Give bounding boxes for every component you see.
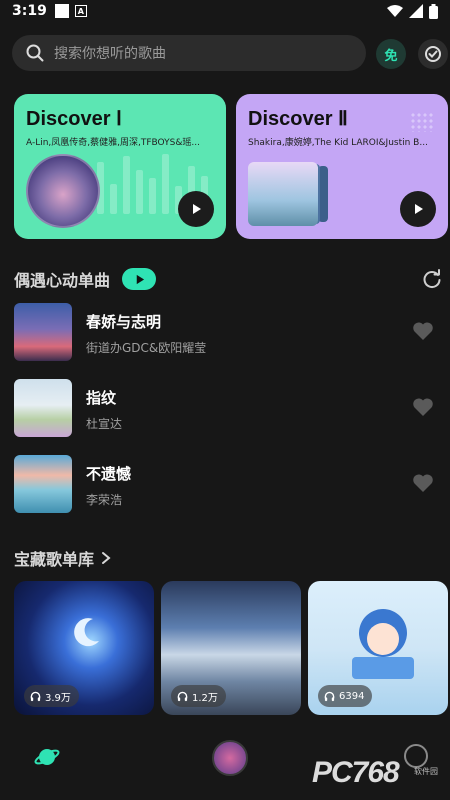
watermark-subtitle: 软件园 [414, 767, 438, 776]
playlist-card[interactable]: 1.2万 [161, 581, 301, 715]
discover-card-2[interactable]: Discover Ⅱ Shakira,康婉婷,The Kid LAROI&Jus… [236, 94, 448, 239]
free-badge-button[interactable]: 免 [376, 39, 406, 69]
discover-card-1[interactable]: Discover Ⅰ A-Lin,凤凰传奇,蔡健雅,周深,TFBOYS&瑶... [14, 94, 226, 239]
refresh-icon[interactable] [421, 268, 443, 290]
status-icons [387, 3, 438, 19]
a-notification-icon: A [74, 5, 87, 17]
song-row[interactable]: 春娇与志明 街道办GDC&欧阳耀莹 [14, 303, 438, 361]
headphones-icon [177, 691, 188, 701]
section-header-playlists[interactable]: 宝藏歌单库 [14, 546, 112, 570]
chevron-right-icon [102, 552, 111, 564]
discover-card-title: Discover Ⅰ [26, 108, 122, 130]
recognize-button[interactable] [418, 39, 448, 69]
heart-icon[interactable] [412, 321, 434, 341]
playlist-card[interactable]: 3.9万 [14, 581, 154, 715]
status-bar: 3:19 A [0, 0, 450, 22]
song-artist: 李荣浩 [86, 493, 123, 507]
play-icon [415, 204, 423, 214]
moon-decoration [74, 618, 99, 647]
song-title: 春娇与志明 [86, 313, 162, 331]
wifi-icon [387, 5, 403, 17]
play-button[interactable] [178, 191, 214, 227]
watermark-logo: PC768 [312, 756, 400, 789]
song-row[interactable]: 指纹 杜宣达 [14, 379, 438, 437]
headphones-icon [324, 691, 335, 701]
song-cover-image [14, 303, 72, 361]
dots-decoration [410, 112, 434, 132]
section-title: 宝藏歌单库 [14, 550, 95, 569]
play-count: 3.9万 [45, 692, 71, 704]
section-header-daily: 偶遇心动单曲 [14, 267, 157, 291]
album-cover-image [248, 162, 318, 226]
heart-icon[interactable] [412, 397, 434, 417]
song-artist: 杜宣达 [86, 417, 123, 431]
play-button[interactable] [400, 191, 436, 227]
song-artist: 街道办GDC&欧阳耀莹 [86, 341, 207, 355]
play-count-badge: 3.9万 [24, 685, 79, 707]
play-count: 1.2万 [192, 692, 218, 704]
search-placeholder: 搜索你想听的歌曲 [54, 46, 166, 62]
search-icon [26, 44, 44, 62]
heart-icon[interactable] [412, 473, 434, 493]
play-count-badge: 1.2万 [171, 685, 226, 707]
section-title: 偶遇心动单曲 [14, 271, 111, 290]
play-icon [193, 204, 201, 214]
discover-card-artists: A-Lin,凤凰传奇,蔡健雅,周深,TFBOYS&瑶... [26, 138, 200, 148]
play-all-button[interactable] [122, 268, 157, 290]
song-cover-image [14, 455, 72, 513]
song-cover-image [14, 379, 72, 437]
play-icon [136, 274, 144, 284]
illustration-character [352, 609, 414, 679]
search-bar[interactable]: 搜索你想听的歌曲 [12, 35, 366, 71]
target-check-icon [425, 46, 441, 62]
album-disc-image [26, 154, 100, 228]
song-title: 指纹 [86, 389, 117, 407]
playlist-card[interactable]: 6394 [308, 581, 448, 715]
now-playing-button[interactable] [212, 740, 248, 776]
play-count-badge: 6394 [318, 685, 373, 707]
status-time: 3:19 [12, 3, 47, 19]
song-title: 不遗憾 [86, 465, 132, 483]
headphones-icon [30, 691, 41, 701]
signal-icon [409, 4, 423, 18]
song-row[interactable]: 不遗憾 李荣浩 [14, 455, 438, 513]
planet-icon[interactable] [34, 744, 60, 770]
play-count: 6394 [339, 690, 365, 702]
profile-face-icon[interactable] [404, 744, 428, 768]
battery-icon [429, 3, 438, 19]
discover-card-title: Discover Ⅱ [248, 108, 348, 130]
notification-icon [54, 4, 69, 18]
discover-card-artists: Shakira,康婉婷,The Kid LAROI&Justin B... [248, 138, 428, 148]
